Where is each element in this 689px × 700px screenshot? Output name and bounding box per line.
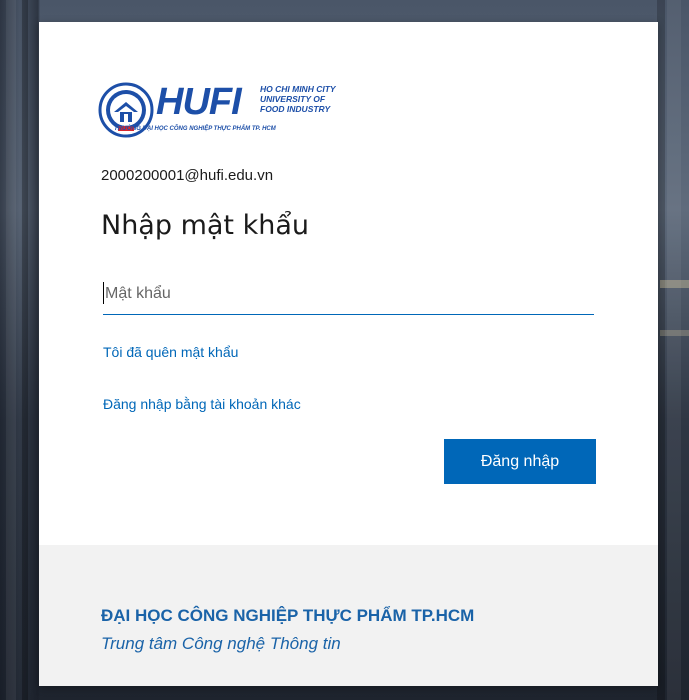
footer-panel: ĐẠI HỌC CÔNG NGHIỆP THỰC PHẨM TP.HCM Tru…: [39, 545, 658, 686]
sign-in-button[interactable]: Đăng nhập: [444, 439, 596, 484]
password-input[interactable]: [105, 278, 585, 310]
password-field[interactable]: [103, 276, 594, 315]
forgot-password-link[interactable]: Tôi đã quên mật khẩu: [103, 344, 238, 360]
account-email: 2000200001@hufi.edu.vn: [101, 167, 274, 184]
logo-subtitle: TRƯỜNG ĐẠI HỌC CÔNG NGHIỆP THỰC PHẨM TP.…: [114, 126, 276, 132]
logo-brand: HUFI: [156, 81, 242, 123]
footer-department: Trung tâm Công nghệ Thông tin: [101, 634, 341, 653]
footer-organization: ĐẠI HỌC CÔNG NGHIỆP THỰC PHẨM TP.HCM: [101, 606, 475, 625]
hufi-logo: HUFI HO CHI MINH CITY UNIVERSITY OF FOOD…: [98, 80, 338, 144]
text-caret: [103, 282, 104, 304]
logo-side-text: HO CHI MINH CITY UNIVERSITY OF FOOD INDU…: [260, 84, 336, 114]
other-account-link[interactable]: Đăng nhập bằng tài khoản khác: [103, 396, 301, 412]
page-title: Nhập mật khẩu: [101, 210, 309, 241]
sign-in-card: HUFI HO CHI MINH CITY UNIVERSITY OF FOOD…: [39, 22, 658, 686]
